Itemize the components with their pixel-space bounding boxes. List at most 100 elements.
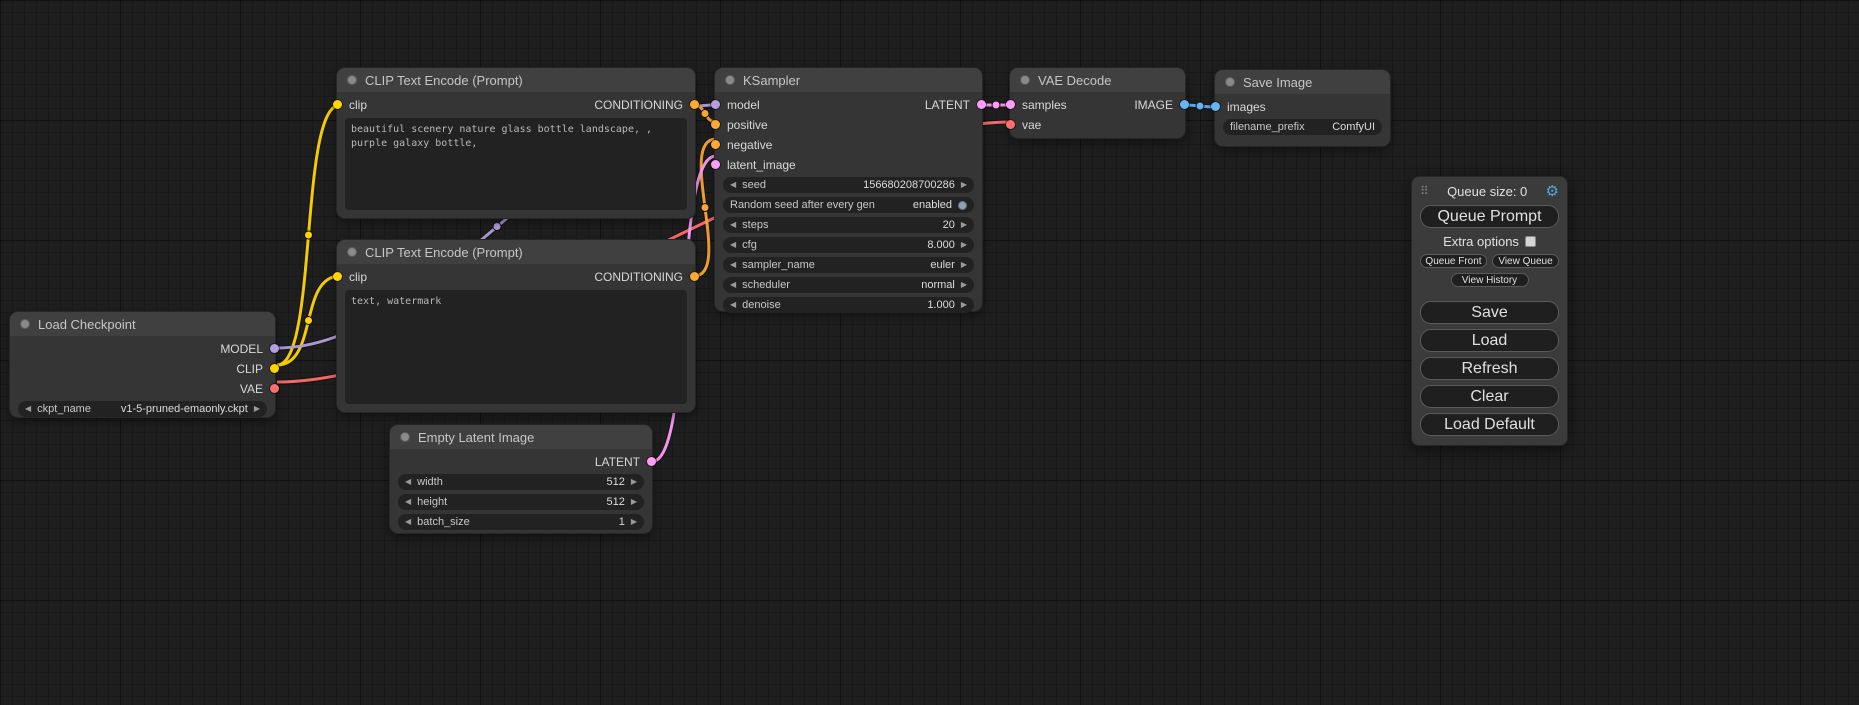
node-empty-latent-image[interactable]: Empty Latent Image LATENT ◀ width 512 ▶ … (390, 425, 652, 533)
clear-button[interactable]: Clear (1420, 385, 1559, 408)
images-input-slot[interactable] (1211, 102, 1220, 111)
increment-arrow-icon[interactable]: ▶ (631, 518, 637, 526)
conditioning-output-slot[interactable] (690, 272, 699, 281)
model-input-slot[interactable] (711, 100, 720, 109)
scheduler-widget[interactable]: ◀ scheduler normal ▶ (723, 277, 974, 293)
widget-label: filename_prefix (1230, 121, 1305, 133)
ckpt-name-widget[interactable]: ◀ ckpt_name v1-5-pruned-emaonly.ckpt ▶ (18, 401, 267, 417)
decrement-arrow-icon[interactable]: ◀ (405, 478, 411, 486)
output-label: IMAGE (1134, 98, 1173, 112)
toggle-knob[interactable] (958, 201, 967, 210)
filename-prefix-widget[interactable]: filename_prefix ComfyUI (1223, 119, 1382, 135)
node-clip-text-encode-positive[interactable]: CLIP Text Encode (Prompt) clip CONDITION… (337, 68, 695, 218)
conditioning-output-slot[interactable] (690, 100, 699, 109)
node-title-bar[interactable]: Save Image (1215, 70, 1390, 94)
input-label: vae (1022, 118, 1041, 132)
negative-input-slot[interactable] (711, 140, 720, 149)
collapse-dot-icon[interactable] (1225, 77, 1235, 87)
widget-label: ckpt_name (37, 403, 91, 415)
queue-prompt-button[interactable]: Queue Prompt (1420, 205, 1559, 228)
node-graph-canvas[interactable]: Load Checkpoint MODEL CLIP VAE ◀ ckpt_na… (0, 0, 1859, 705)
collapse-dot-icon[interactable] (347, 247, 357, 257)
decrement-arrow-icon[interactable]: ◀ (730, 301, 736, 309)
node-clip-text-encode-negative[interactable]: CLIP Text Encode (Prompt) clip CONDITION… (337, 240, 695, 412)
collapse-dot-icon[interactable] (347, 75, 357, 85)
decrement-arrow-icon[interactable]: ◀ (405, 498, 411, 506)
random-seed-toggle-widget[interactable]: Random seed after every gen enabled (723, 197, 974, 213)
increment-arrow-icon[interactable]: ▶ (631, 478, 637, 486)
node-title-bar[interactable]: KSampler (715, 68, 982, 92)
widget-value: enabled (881, 199, 952, 211)
output-label: LATENT (925, 98, 970, 112)
increment-arrow-icon[interactable]: ▶ (961, 281, 967, 289)
prompt-textarea[interactable]: beautiful scenery nature glass bottle la… (345, 118, 687, 210)
widget-label: sampler_name (742, 259, 815, 271)
collapse-dot-icon[interactable] (20, 319, 30, 329)
node-title-bar[interactable]: CLIP Text Encode (Prompt) (337, 68, 695, 92)
save-button[interactable]: Save (1420, 301, 1559, 324)
node-title-bar[interactable]: CLIP Text Encode (Prompt) (337, 240, 695, 264)
vae-output-slot[interactable] (270, 384, 279, 393)
decrement-arrow-icon[interactable]: ◀ (25, 405, 31, 413)
increment-arrow-icon[interactable]: ▶ (961, 301, 967, 309)
widget-label: Random seed after every gen (730, 199, 875, 211)
vae-input-slot[interactable] (1006, 120, 1015, 129)
positive-input-slot[interactable] (711, 120, 720, 129)
seed-widget[interactable]: ◀ seed 156680208700286 ▶ (723, 177, 974, 193)
collapse-dot-icon[interactable] (725, 75, 735, 85)
denoise-widget[interactable]: ◀ denoise 1.000 ▶ (723, 297, 974, 313)
extra-options-label: Extra options (1443, 234, 1519, 249)
node-vae-decode[interactable]: VAE Decode samples IMAGE vae (1010, 68, 1185, 138)
link-midpoint-dot (701, 204, 709, 212)
node-load-checkpoint[interactable]: Load Checkpoint MODEL CLIP VAE ◀ ckpt_na… (10, 312, 275, 417)
load-button[interactable]: Load (1420, 329, 1559, 352)
increment-arrow-icon[interactable]: ▶ (961, 241, 967, 249)
extra-options-checkbox[interactable] (1525, 236, 1536, 247)
settings-gear-icon[interactable]: ⚙ (1546, 184, 1559, 199)
collapse-dot-icon[interactable] (1020, 75, 1030, 85)
output-label: LATENT (595, 455, 640, 469)
latent-output-slot[interactable] (647, 457, 656, 466)
increment-arrow-icon[interactable]: ▶ (961, 221, 967, 229)
increment-arrow-icon[interactable]: ▶ (631, 498, 637, 506)
queue-front-button[interactable]: Queue Front (1420, 254, 1487, 268)
node-title-bar[interactable]: Load Checkpoint (10, 312, 275, 336)
view-history-button[interactable]: View History (1451, 273, 1529, 287)
steps-widget[interactable]: ◀ steps 20 ▶ (723, 217, 974, 233)
input-label: model (727, 98, 760, 112)
refresh-button[interactable]: Refresh (1420, 357, 1559, 380)
samples-input-slot[interactable] (1006, 100, 1015, 109)
height-widget[interactable]: ◀ height 512 ▶ (398, 494, 644, 510)
view-queue-button[interactable]: View Queue (1492, 254, 1559, 268)
load-default-button[interactable]: Load Default (1420, 413, 1559, 436)
decrement-arrow-icon[interactable]: ◀ (730, 181, 736, 189)
latent-image-input-slot[interactable] (711, 160, 720, 169)
clip-input-slot[interactable] (333, 272, 342, 281)
node-title-bar[interactable]: Empty Latent Image (390, 425, 652, 449)
clip-input-slot[interactable] (333, 100, 342, 109)
decrement-arrow-icon[interactable]: ◀ (730, 281, 736, 289)
cfg-widget[interactable]: ◀ cfg 8.000 ▶ (723, 237, 974, 253)
clip-output-slot[interactable] (270, 364, 279, 373)
latent-output-slot[interactable] (977, 100, 986, 109)
width-widget[interactable]: ◀ width 512 ▶ (398, 474, 644, 490)
decrement-arrow-icon[interactable]: ◀ (730, 261, 736, 269)
collapse-dot-icon[interactable] (400, 432, 410, 442)
decrement-arrow-icon[interactable]: ◀ (730, 241, 736, 249)
widget-label: batch_size (417, 516, 470, 528)
image-output-slot[interactable] (1180, 100, 1189, 109)
node-title-bar[interactable]: VAE Decode (1010, 68, 1185, 92)
sampler-name-widget[interactable]: ◀ sampler_name euler ▶ (723, 257, 974, 273)
drag-handle-icon[interactable]: ⠿ (1420, 184, 1429, 198)
node-save-image[interactable]: Save Image images filename_prefix ComfyU… (1215, 70, 1390, 146)
decrement-arrow-icon[interactable]: ◀ (405, 518, 411, 526)
increment-arrow-icon[interactable]: ▶ (961, 261, 967, 269)
increment-arrow-icon[interactable]: ▶ (254, 405, 260, 413)
link-midpoint-dot (305, 231, 313, 239)
batch-size-widget[interactable]: ◀ batch_size 1 ▶ (398, 514, 644, 530)
node-ksampler[interactable]: KSampler model LATENT positive negative … (715, 68, 982, 311)
model-output-slot[interactable] (270, 344, 279, 353)
increment-arrow-icon[interactable]: ▶ (961, 181, 967, 189)
decrement-arrow-icon[interactable]: ◀ (730, 221, 736, 229)
prompt-textarea[interactable]: text, watermark (345, 290, 687, 404)
